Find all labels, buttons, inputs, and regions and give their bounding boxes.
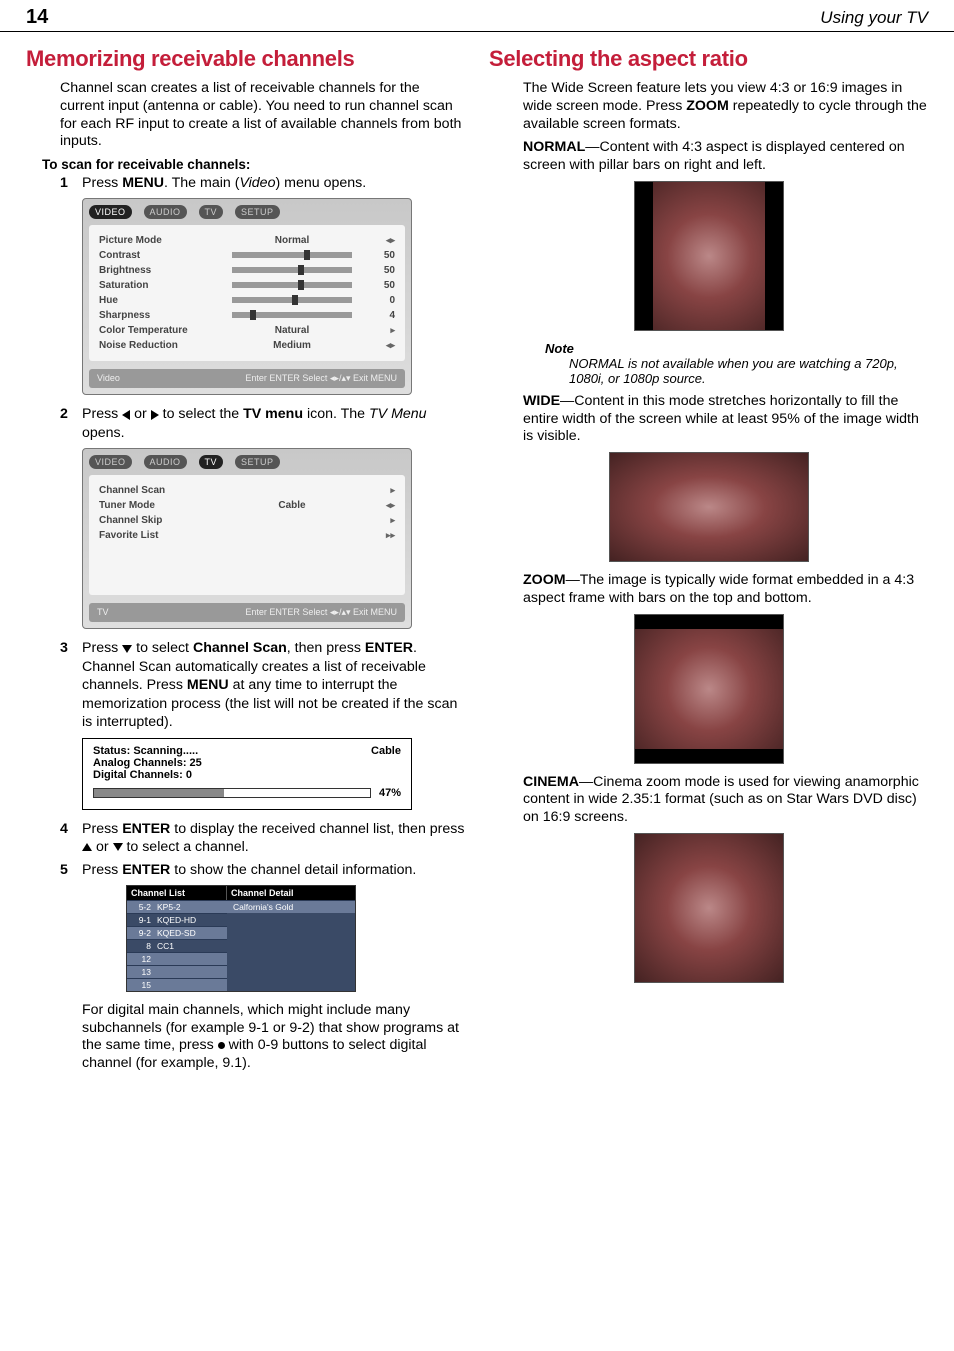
tab-audio: AUDIO <box>144 455 187 469</box>
tab-tv: TV <box>199 455 224 469</box>
tab-video: VIDEO <box>89 205 132 219</box>
cinema-desc: CINEMA—Cinema zoom mode is used for view… <box>489 774 928 827</box>
tail-text: For digital main channels, which might i… <box>26 1002 465 1073</box>
row-contrast: Contrast50 <box>99 248 395 263</box>
wide-desc: WIDE—Content in this mode stretches hori… <box>489 393 928 446</box>
tv-menu-screenshot: VIDEO AUDIO TV SETUP Channel Scan▸ Tuner… <box>82 448 412 629</box>
tab-setup: SETUP <box>235 205 280 219</box>
menu-footer: Video Enter ENTER Select ◂▸/▴▾ Exit MENU <box>89 369 405 388</box>
tab-setup: SETUP <box>235 455 280 469</box>
step-3: 3 Press to select Channel Scan, then pre… <box>60 639 465 731</box>
normal-photo <box>634 181 784 331</box>
ch-row: 5-2KP5-2 <box>127 900 227 913</box>
right-arrow-icon <box>151 410 159 420</box>
scan-status-text: Status: Scanning..... <box>93 745 198 757</box>
down-arrow-icon <box>113 843 123 851</box>
scan-subhead: To scan for receivable channels: <box>26 157 465 172</box>
video-menu-screenshot: VIDEO AUDIO TV SETUP Picture ModeNormal◂… <box>82 198 412 395</box>
heading-memorizing: Memorizing receivable channels <box>26 46 465 72</box>
step-5: 5 Press ENTER to show the channel detail… <box>60 861 465 879</box>
ch-row: 8CC1 <box>127 939 227 952</box>
tab-audio: AUDIO <box>144 205 187 219</box>
chlist-head-left: Channel List <box>127 886 227 900</box>
note-block: Note NORMAL is not available when you ar… <box>545 341 928 387</box>
progress-bar <box>93 788 371 798</box>
step-4: 4 Press ENTER to display the received ch… <box>60 820 465 857</box>
running-head: Using your TV <box>820 8 928 28</box>
ch-row: 9-2KQED-SD <box>127 926 227 939</box>
left-column: Memorizing receivable channels Channel s… <box>26 40 465 1079</box>
progress-pct: 47% <box>379 787 401 799</box>
scan-status-box: Status: Scanning..... Cable Analog Chann… <box>82 738 412 810</box>
down-arrow-icon <box>122 645 132 653</box>
row-color-temp: Color TemperatureNatural▸ <box>99 323 395 338</box>
ch-row: 9-1KQED-HD <box>127 913 227 926</box>
row-picture-mode: Picture ModeNormal◂▸ <box>99 233 395 248</box>
menu-footer: TV Enter ENTER Select ◂▸/▴▾ Exit MENU <box>89 603 405 622</box>
right-column: Selecting the aspect ratio The Wide Scre… <box>489 40 928 1079</box>
cinema-photo <box>634 833 784 983</box>
page-header: 14 Using your TV <box>0 0 954 32</box>
row-hue: Hue0 <box>99 293 395 308</box>
step-2: 2 Press or to select the TV menu icon. T… <box>60 405 465 442</box>
intro-text: Channel scan creates a list of receivabl… <box>26 80 465 151</box>
channel-list-screenshot: Channel List Channel Detail 5-2KP5-2 9-1… <box>126 885 356 992</box>
row-noise-red: Noise ReductionMedium◂▸ <box>99 338 395 353</box>
tab-tv: TV <box>199 205 224 219</box>
digital-count: Digital Channels: 0 <box>93 769 401 781</box>
ch-row: 13 <box>127 965 227 978</box>
dot-icon <box>218 1042 225 1049</box>
row-channel-scan: Channel Scan▸ <box>99 483 395 498</box>
row-tuner-mode: Tuner ModeCable◂▸ <box>99 498 395 513</box>
heading-aspect: Selecting the aspect ratio <box>489 46 928 72</box>
step-1: 1 Press MENU. The main (Video) menu open… <box>60 174 465 192</box>
menu-body: Channel Scan▸ Tuner ModeCable◂▸ Channel … <box>89 475 405 595</box>
ch-row: 15 <box>127 978 227 991</box>
ch-row: 12 <box>127 952 227 965</box>
up-arrow-icon <box>82 843 92 851</box>
zoom-desc: ZOOM—The image is typically wide format … <box>489 572 928 608</box>
row-favorite-list: Favorite List▸▸ <box>99 528 395 543</box>
tab-row: VIDEO AUDIO TV SETUP <box>89 455 405 469</box>
row-channel-skip: Channel Skip▸ <box>99 513 395 528</box>
ch-detail: Calfornia's Gold <box>227 900 355 913</box>
chlist-head-right: Channel Detail <box>227 886 355 900</box>
scan-mode: Cable <box>371 745 401 757</box>
wide-photo <box>609 452 809 562</box>
analog-count: Analog Channels: 25 <box>93 757 401 769</box>
row-saturation: Saturation50 <box>99 278 395 293</box>
normal-desc: NORMAL—Content with 4:3 aspect is displa… <box>489 139 928 175</box>
row-brightness: Brightness50 <box>99 263 395 278</box>
row-sharpness: Sharpness4 <box>99 308 395 323</box>
tab-row: VIDEO AUDIO TV SETUP <box>89 205 405 219</box>
tab-video: VIDEO <box>89 455 132 469</box>
page-number: 14 <box>26 6 48 29</box>
aspect-intro: The Wide Screen feature lets you view 4:… <box>489 80 928 133</box>
zoom-photo <box>634 614 784 764</box>
menu-body: Picture ModeNormal◂▸ Contrast50 Brightne… <box>89 225 405 361</box>
